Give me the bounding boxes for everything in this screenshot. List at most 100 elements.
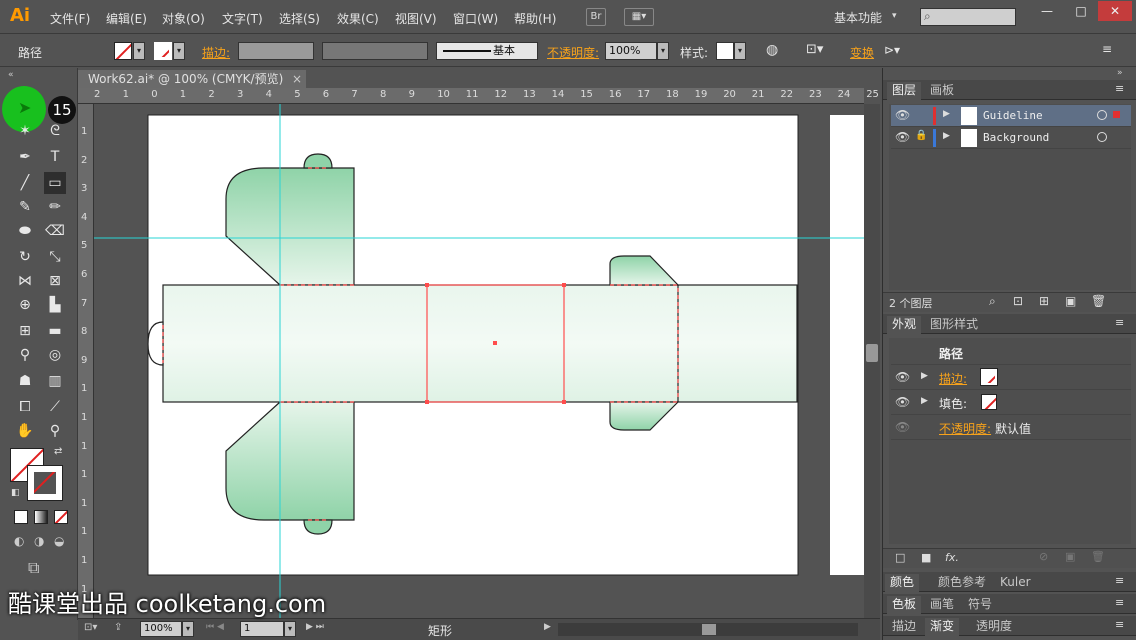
delete-layer-icon[interactable]: 🗑 [1091,294,1106,308]
opacity-label[interactable]: 不透明度: [547,44,599,61]
artboard-tool-icon[interactable]: ⧠ [14,396,36,418]
lasso-icon[interactable]: ᘓ [44,120,66,142]
color-mode-icon[interactable] [14,510,28,524]
fx-button[interactable]: fx. [945,551,959,564]
canvas-area[interactable] [94,104,864,618]
stroke-label[interactable]: 描边: [939,370,967,387]
expand-triangle-icon[interactable]: ▶ [921,396,928,406]
stroke-color-box[interactable] [27,465,63,501]
column-graph-icon[interactable]: ▥ [44,370,66,392]
minimize-button[interactable]: — [1030,1,1064,21]
selection-indicator[interactable] [1113,111,1120,118]
menu-file[interactable]: 文件(F) [50,10,90,27]
blend-tool-icon[interactable]: ◎ [44,344,66,366]
swap-colors-icon[interactable]: ⇄ [54,446,62,457]
stroke-weight-field[interactable] [238,42,314,60]
menu-edit[interactable]: 编辑(E) [106,10,147,27]
menu-view[interactable]: 视图(V) [395,10,437,27]
add-stroke-icon[interactable]: □ [895,551,905,564]
rectangle-tool-icon[interactable]: ▭ [44,172,66,194]
type-tool-icon[interactable]: T [44,146,66,168]
target-icon[interactable] [1097,132,1107,142]
width-tool-icon[interactable]: ⋈ [14,270,36,292]
symbol-sprayer-icon[interactable]: ☗ [14,370,36,392]
page-dropdown[interactable]: ▾ [284,621,296,637]
visibility-eye-icon[interactable]: 👁 [895,130,910,144]
add-fill-icon[interactable]: ■ [921,551,931,564]
eyedropper-icon[interactable]: ⚲ [14,344,36,366]
control-menu-icon[interactable]: ≡ [1102,42,1112,56]
target-icon[interactable] [1097,110,1107,120]
perspective-grid-icon[interactable]: ▙ [44,294,66,316]
visibility-eye-icon[interactable]: 👁 [895,395,910,409]
vertical-ruler[interactable]: 12345678911111111 [78,104,94,618]
opacity-dropdown[interactable]: ▾ [657,42,669,60]
tab-transparency[interactable]: 透明度 [971,618,1017,636]
scale-icon[interactable]: ⤡ [44,246,66,268]
appearance-menu-icon[interactable]: ≡ [1115,316,1124,329]
expand-triangle-icon[interactable]: ▶ [943,109,950,119]
menu-select[interactable]: 选择(S) [279,10,320,27]
align-icon[interactable]: ⊡▾ [806,42,823,57]
zoom-dropdown[interactable]: ▾ [182,621,194,637]
stroke-dropdown[interactable]: ▾ [173,42,185,60]
tab-stroke[interactable]: 描边 [887,618,921,636]
clipping-mask-icon[interactable]: ⊡ [1013,294,1023,308]
variable-width-dropdown[interactable] [322,42,428,60]
stroke-label[interactable]: 描边: [202,44,230,61]
fill-swatch[interactable] [114,42,132,60]
arrange-documents-icon[interactable]: ▦▾ [624,8,654,26]
horizontal-ruler[interactable]: 2 1 0 1 2 3 4 5 6 7 8 9 10 11 12 13 14 15 16 17 18 19 20 21 22 23… [78,88,879,104]
layers-menu-icon[interactable]: ≡ [1115,82,1124,95]
expand-triangle-icon[interactable]: ▶ [921,371,928,381]
layer-name[interactable]: Guideline [983,109,1043,122]
new-layer-icon[interactable]: ▣ [1065,294,1076,308]
pencil-icon[interactable]: ✏ [44,196,66,218]
opacity-label[interactable]: 不透明度: [939,420,991,437]
brush-definition-dropdown[interactable]: 基本 [436,42,538,60]
expand-triangle-icon[interactable]: ▶ [943,131,950,141]
shape-builder-icon[interactable]: ⊕ [14,294,36,316]
draw-inside-icon[interactable]: ◒ [54,534,64,548]
tab-swatches[interactable]: 色板 [887,596,922,614]
layer-name[interactable]: Background [983,131,1049,144]
delete-item-icon[interactable]: 🗑 [1091,550,1105,563]
fill-dropdown[interactable]: ▾ [133,42,145,60]
paintbrush-icon[interactable]: ✎ [14,196,36,218]
stroke-swatch[interactable] [154,42,172,60]
layer-row-guideline[interactable]: 👁 ▶ Guideline [891,105,1131,127]
menu-help[interactable]: 帮助(H) [514,10,556,27]
none-mode-icon[interactable] [54,510,68,524]
tab-color[interactable]: 颜色 [885,574,920,592]
color-menu-icon[interactable]: ≡ [1115,574,1124,587]
mesh-icon[interactable]: ⊞ [14,320,36,342]
graphic-style-swatch[interactable] [716,42,734,60]
status-icon[interactable]: ⊡▾ [84,622,97,633]
tab-symbols[interactable]: 符号 [963,596,997,614]
lock-icon[interactable]: 🔒 [915,130,927,141]
menu-window[interactable]: 窗口(W) [453,10,498,27]
tab-graphic-styles[interactable]: 图形样式 [925,316,983,334]
share-icon[interactable]: ⇪ [114,622,122,633]
chevron-down-icon[interactable]: ▾ [892,11,897,21]
tab-appearance[interactable]: 外观 [887,316,922,334]
page-field[interactable]: 1 [240,621,284,637]
gradient-tool-icon[interactable]: ▬ [44,320,66,342]
magic-wand-icon[interactable]: ✶ [14,120,36,142]
tab-artboards[interactable]: 画板 [925,82,959,100]
tab-kuler[interactable]: Kuler [995,574,1036,592]
document-tab[interactable]: Work62.ai* @ 100% (CMYK/预览) × [78,70,306,88]
scroll-thumb[interactable] [866,344,878,362]
help-search-input[interactable]: ⌕ [920,8,1016,26]
next-page-icon[interactable]: ▶ ⏭ [306,622,324,632]
swatches-menu-icon[interactable]: ≡ [1115,596,1124,609]
layer-row-background[interactable]: 👁 🔒 ▶ Background [891,127,1131,149]
isolate-icon[interactable]: ⊳▾ [884,43,900,57]
locate-object-icon[interactable]: ⌕ [989,294,996,309]
appearance-fill-row[interactable]: 👁 ▶ 填色: [891,390,1131,415]
duplicate-item-icon[interactable]: ▣ [1065,550,1075,563]
horizontal-scrollbar[interactable] [558,623,858,636]
recolor-icon[interactable]: ◍ [766,42,778,58]
maximize-button[interactable]: □ [1064,1,1098,21]
rotate-icon[interactable]: ↻ [14,246,36,268]
